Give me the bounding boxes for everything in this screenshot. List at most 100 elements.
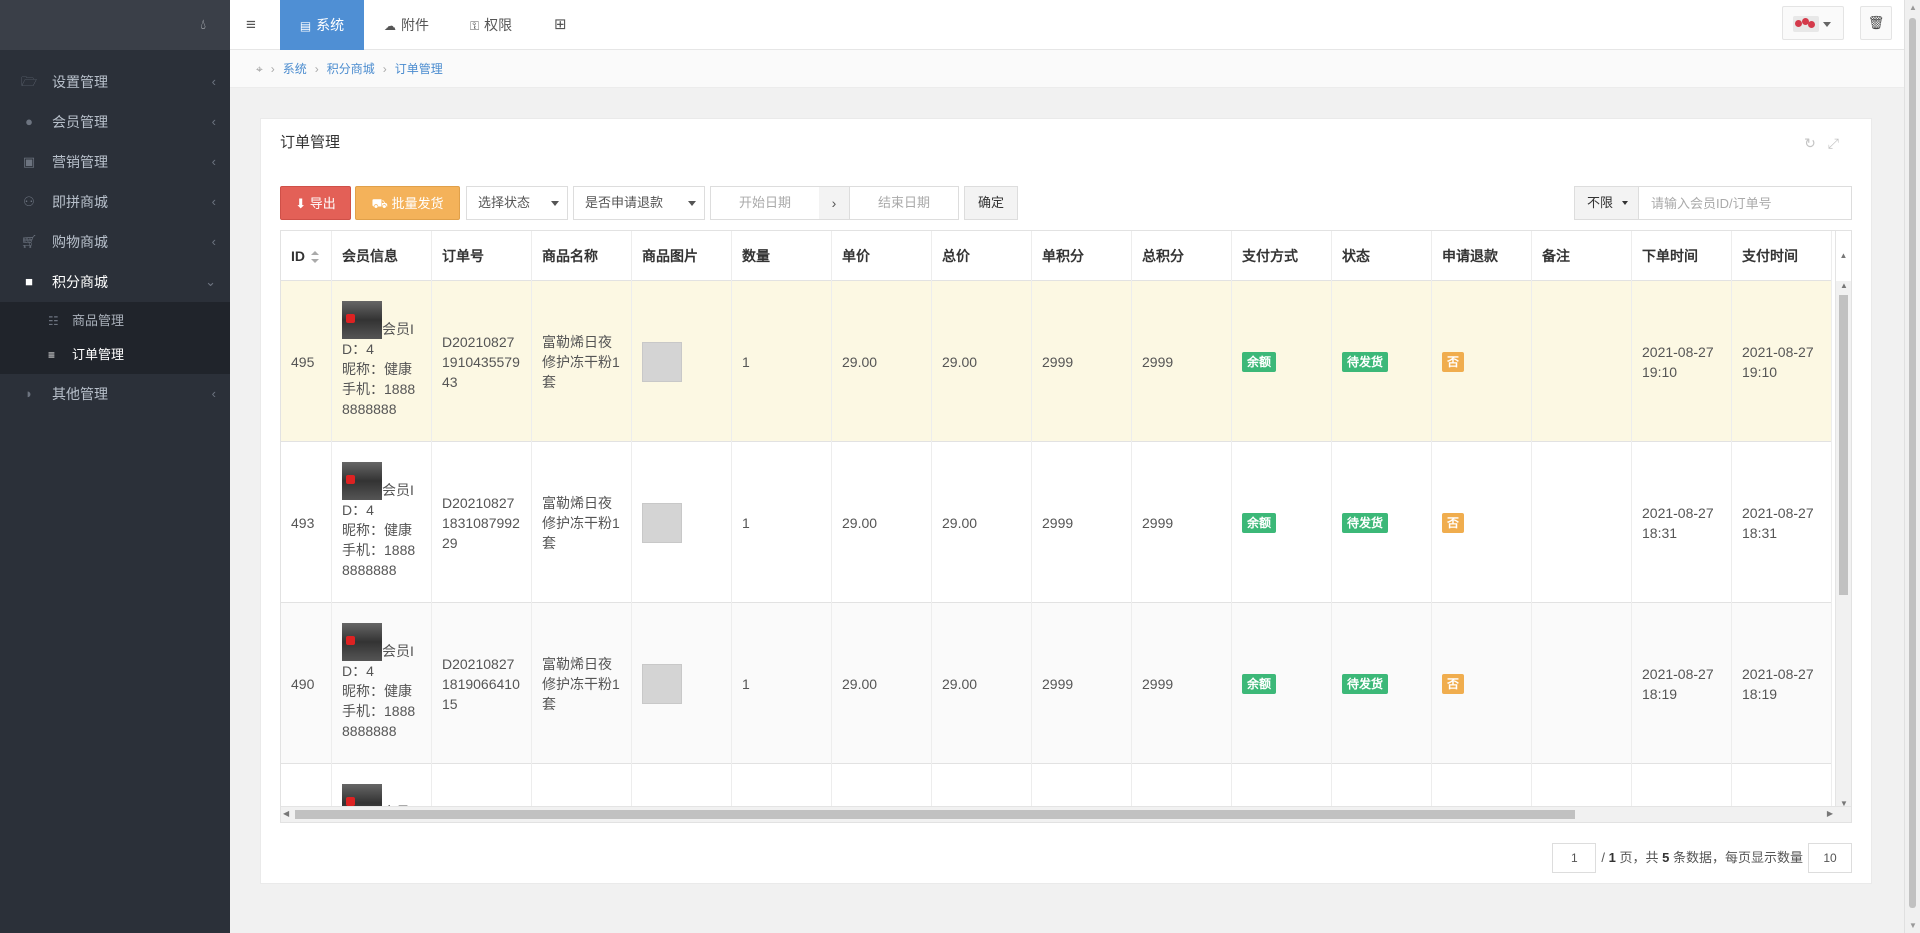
cell-id: 493 bbox=[281, 442, 332, 603]
sidebar-item-other[interactable]: ◗ 其他管理 ‹ bbox=[0, 374, 230, 414]
page-number-input[interactable] bbox=[1552, 843, 1597, 873]
sidebar-item-points-mall[interactable]: ■ 积分商城 ⌄ bbox=[0, 262, 230, 302]
user-menu[interactable] bbox=[1782, 6, 1844, 40]
table-row[interactable]: 495 会员ID：4 昵称：健康 手机：18888888888 D20210827191… bbox=[281, 281, 1832, 442]
cell-product-name: 富勒烯日夜修护冻干粉1套 bbox=[532, 281, 632, 442]
search-scope-dropdown[interactable]: 不限 bbox=[1574, 186, 1639, 220]
sidebar-item-marketing[interactable]: ▣ 营销管理 ‹ bbox=[0, 142, 230, 182]
col-header-label: 备注 bbox=[1542, 248, 1570, 264]
avatar bbox=[1793, 16, 1819, 32]
chevron-left-icon: ‹ bbox=[211, 234, 216, 249]
end-date-input[interactable]: 结束日期 bbox=[849, 186, 959, 220]
records-unit: 条数据，每页显示数量 bbox=[1672, 850, 1803, 865]
status-badge: 待发货 bbox=[1342, 351, 1389, 372]
apps-grid-icon[interactable]: ⊞ bbox=[554, 0, 574, 50]
member-nickname: 昵称：健康 bbox=[342, 683, 412, 699]
chevron-left-icon: ‹ bbox=[211, 114, 216, 129]
panel-header: 订单管理 ↻⤢ bbox=[261, 119, 1871, 167]
refund-badge: 否 bbox=[1442, 673, 1465, 694]
tab-permissions[interactable]: ⚿ 权限 bbox=[470, 0, 530, 50]
tab-system[interactable]: ▤ 系统 bbox=[280, 0, 364, 50]
chevron-right-icon: › bbox=[819, 186, 849, 220]
col-header-total-price: 总价 bbox=[932, 231, 1032, 281]
menu-toggle-icon[interactable]: ≡ bbox=[246, 0, 270, 50]
cell-refund: 否 bbox=[1432, 603, 1532, 764]
status-select[interactable]: 选择状态 bbox=[466, 186, 568, 220]
cell-pay-time: 2021-08-27 19:10 bbox=[1732, 281, 1832, 442]
cell-pay-method: 余额 bbox=[1232, 442, 1332, 603]
product-thumbnail[interactable] bbox=[642, 341, 682, 382]
page-vertical-scrollbar[interactable]: ▲ ▼ bbox=[1904, 0, 1920, 933]
col-header-quantity: 数量 bbox=[732, 231, 832, 281]
sidebar-item-label: 其他管理 bbox=[52, 386, 108, 402]
trash-icon[interactable]: 🗑︎ bbox=[1860, 6, 1892, 40]
cell-unit-price: 29.00 bbox=[832, 442, 932, 603]
batch-ship-button[interactable]: ⛟ 批量发货 bbox=[355, 186, 460, 220]
chevron-left-icon: ‹ bbox=[211, 194, 216, 209]
end-date-placeholder: 结束日期 bbox=[877, 195, 930, 210]
cell-text: 2999 bbox=[1142, 353, 1174, 370]
cell-text: 2021-08-27 19:10 bbox=[1742, 343, 1814, 380]
sidebar-header: 💧︎ bbox=[0, 0, 230, 50]
breadcrumb-link[interactable]: 订单管理 bbox=[395, 62, 443, 76]
col-header-product-name: 商品名称 bbox=[532, 231, 632, 281]
member-nickname: 昵称：健康 bbox=[342, 522, 412, 538]
cell-text: 490 bbox=[291, 675, 315, 692]
fullscreen-icon[interactable]: ⤢ bbox=[1828, 135, 1851, 151]
sidebar-item-group-buy[interactable]: ⚇ 即拼商城 ‹ bbox=[0, 182, 230, 222]
sidebar-item-label: 积分商城 bbox=[52, 274, 108, 290]
tab-attachments[interactable]: ☁ 附件 bbox=[384, 0, 444, 50]
cell-text: 29.00 bbox=[942, 353, 978, 370]
start-date-input[interactable]: 开始日期 bbox=[710, 186, 820, 220]
col-header-total-points: 总积分 bbox=[1132, 231, 1232, 281]
cell-text: 29.00 bbox=[942, 675, 978, 692]
product-thumbnail[interactable] bbox=[642, 502, 682, 543]
col-header-label: 状态 bbox=[1342, 248, 1370, 264]
status-select-value: 选择状态 bbox=[478, 195, 531, 210]
sidebar-item-shopping[interactable]: 🛒︎ 购物商城 ‹ bbox=[0, 222, 230, 262]
cell-text: 2021-08-27 18:19 bbox=[1742, 665, 1814, 702]
top-navbar: ≡ ▤ 系统 ☁ 附件 ⚿ 权限 ⊞ 🗑︎ bbox=[230, 0, 1904, 50]
cell-total-points: 2999 bbox=[1132, 603, 1232, 764]
col-header-unit-points: 单积分 bbox=[1032, 231, 1132, 281]
export-button[interactable]: ⬇ 导出 bbox=[280, 186, 351, 220]
sort-icon[interactable] bbox=[311, 251, 319, 264]
refresh-icon[interactable]: ↻ bbox=[1804, 135, 1828, 151]
breadcrumb-link[interactable]: 积分商城 bbox=[327, 62, 375, 76]
sidebar-subitem-orders[interactable]: ≡ 订单管理 bbox=[0, 338, 230, 372]
user-circle-icon: ● bbox=[25, 114, 33, 129]
cell-refund: 否 bbox=[1432, 281, 1532, 442]
key-icon: ⚿ bbox=[470, 19, 480, 33]
page-size-input[interactable] bbox=[1808, 843, 1852, 873]
sidebar: 💧︎ 🗁︎ 设置管理 ‹ ● 会员管理 ‹ ▣ 营销管理 ‹ ⚇ 即拼商城 ‹ 🛒︎ 购物商城 ‹ … bbox=[0, 0, 230, 933]
member-phone: 手机：18888888888 bbox=[342, 542, 416, 578]
theme-drop-icon[interactable]: 💧︎ bbox=[200, 16, 206, 33]
sidebar-subitem-label: 商品管理 bbox=[72, 313, 125, 328]
cell-remark bbox=[1532, 281, 1632, 442]
cell-text: 2021-08-27 19:10 bbox=[1642, 343, 1714, 380]
scroll-up-icon[interactable]: ▲ bbox=[1835, 231, 1851, 281]
cell-member-info: 会员ID：4 昵称：健康 手机：18888888888 bbox=[332, 603, 432, 764]
sidebar-item-members[interactable]: ● 会员管理 ‹ bbox=[0, 102, 230, 142]
col-header-id[interactable]: ID bbox=[281, 231, 332, 281]
confirm-button[interactable]: 确定 bbox=[964, 186, 1018, 220]
search-input[interactable] bbox=[1638, 186, 1852, 220]
sidebar-subitem-products[interactable]: ☷ 商品管理 bbox=[0, 304, 230, 338]
table-horizontal-scrollbar[interactable]: ◀ ▶ bbox=[281, 806, 1851, 822]
cell-id: 495 bbox=[281, 281, 332, 442]
status-badge: 待发货 bbox=[1342, 512, 1389, 533]
refund-badge: 否 bbox=[1442, 351, 1465, 372]
breadcrumb-link[interactable]: 系统 bbox=[283, 62, 307, 76]
table-row[interactable]: 493 会员ID：4 昵称：健康 手机：18888888888 D20210827183… bbox=[281, 442, 1832, 603]
pay-method-badge: 余额 bbox=[1242, 351, 1277, 372]
sidebar-item-settings[interactable]: 🗁︎ 设置管理 ‹ bbox=[0, 62, 230, 102]
table-vertical-scrollbar[interactable]: ▲ ▼ bbox=[1835, 281, 1851, 808]
table-row[interactable]: 490 会员ID：4 昵称：健康 手机：18888888888 D20210827181… bbox=[281, 603, 1832, 764]
tab-label: 系统 bbox=[316, 17, 345, 33]
product-thumbnail[interactable] bbox=[642, 663, 682, 704]
download-icon: ⬇ bbox=[295, 196, 307, 211]
order-panel: 订单管理 ↻⤢ ⬇ 导出 ⛟ 批量发货 选择状态 是否申请退款 开始日期 › 结… bbox=[260, 118, 1872, 884]
refund-select[interactable]: 是否申请退款 bbox=[573, 186, 705, 220]
sidebar-item-label: 购物商城 bbox=[52, 234, 108, 250]
cell-text: 29.00 bbox=[842, 353, 878, 370]
